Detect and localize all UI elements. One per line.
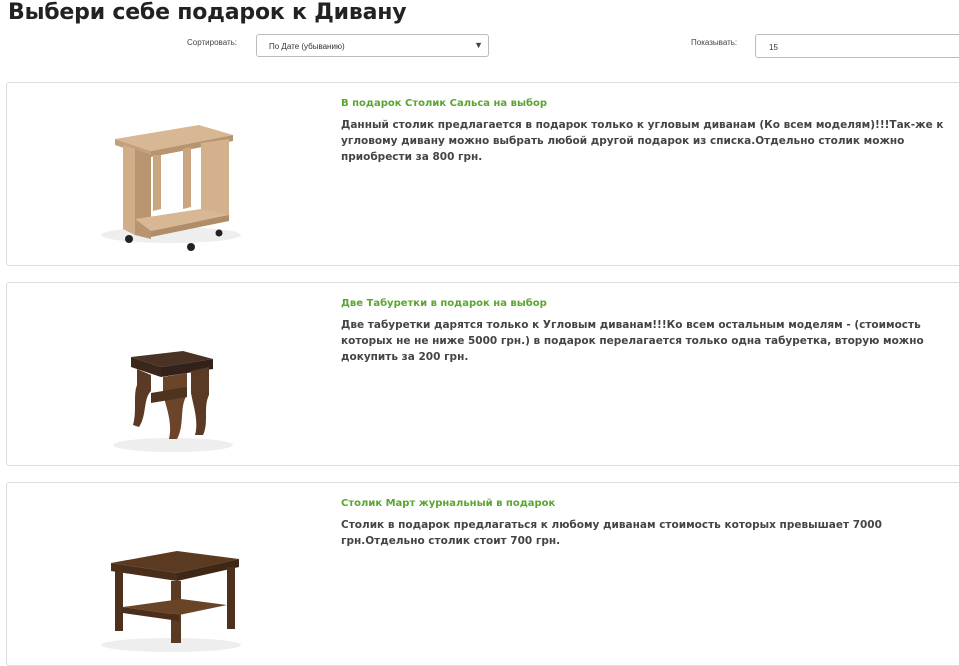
product-card: Две Табуретки в подарок на выбор Две таб… [6, 282, 959, 466]
product-image-salsa-table[interactable] [91, 95, 257, 257]
product-description: Столик в подарок предлагаться к любому д… [341, 519, 882, 547]
sort-label: Сортировать: [187, 38, 238, 47]
product-image-mart-table[interactable] [91, 495, 257, 657]
product-description: Две табуретки дарятся только к Угловым д… [341, 319, 924, 363]
product-card: В подарок Столик Сальса на выбор Данный … [6, 82, 959, 266]
page-title: Выбери себе подарок к Дивану [8, 0, 407, 25]
show-label: Показывать: [691, 38, 738, 47]
show-count-value: 15 [769, 43, 778, 52]
product-card: Столик Март журнальный в подарок Столик … [6, 482, 959, 666]
caret-down-icon: ▼ [474, 40, 483, 50]
sort-select[interactable]: По Дате (убыванию) ▼ [256, 34, 489, 57]
show-count-input[interactable]: 15 [755, 34, 959, 58]
product-description: Данный столик предлагается в подарок тол… [341, 119, 944, 163]
sort-selected-value: По Дате (убыванию) [269, 42, 345, 51]
product-title[interactable]: Две Табуретки в подарок на выбор [341, 298, 547, 309]
product-title[interactable]: В подарок Столик Сальса на выбор [341, 98, 547, 109]
product-title[interactable]: Столик Март журнальный в подарок [341, 498, 555, 509]
product-image-stools[interactable] [91, 295, 257, 457]
